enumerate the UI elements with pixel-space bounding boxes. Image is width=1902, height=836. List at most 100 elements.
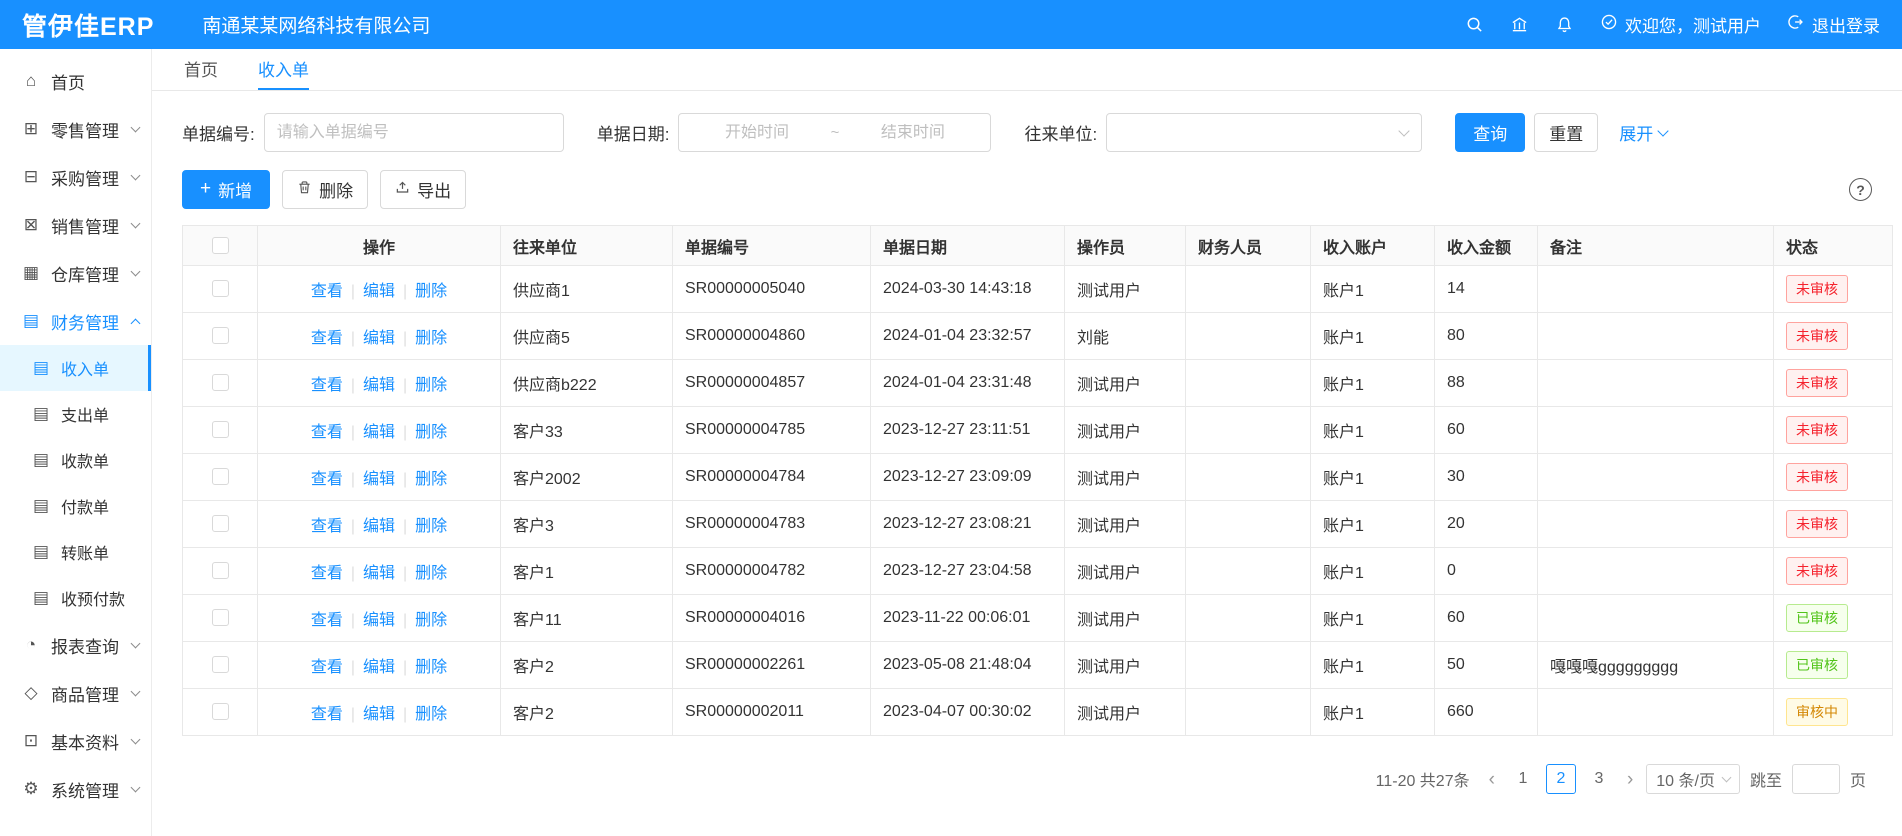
row-delete-link[interactable]: 删除 — [415, 283, 447, 300]
edit-link[interactable]: 编辑 — [363, 330, 395, 347]
sidebar-item[interactable]: ▦ 仓库管理 — [0, 249, 151, 297]
row-delete-link[interactable]: 删除 — [415, 471, 447, 488]
edit-link[interactable]: 编辑 — [363, 471, 395, 488]
sidebar-subitem[interactable]: ▤ 支出单 — [0, 391, 151, 437]
doc-icon: ▤ — [30, 358, 52, 378]
add-button[interactable]: + 新增 — [182, 170, 270, 209]
account-cell: 账户1 — [1311, 689, 1435, 736]
menu-label: 仓库管理 — [51, 261, 119, 286]
row-delete-link[interactable]: 删除 — [415, 659, 447, 676]
edit-link[interactable]: 编辑 — [363, 424, 395, 441]
chevron-icon — [131, 218, 141, 228]
row-checkbox[interactable] — [212, 703, 229, 720]
search-button[interactable]: 查询 — [1455, 113, 1525, 152]
reset-button[interactable]: 重置 — [1534, 113, 1598, 152]
sidebar-subitem[interactable]: ▤ 收款单 — [0, 437, 151, 483]
bell-icon[interactable] — [1555, 15, 1574, 34]
status-badge: 未审核 — [1786, 510, 1848, 538]
sidebar-item[interactable]: ◇ 商品管理 — [0, 669, 151, 717]
view-link[interactable]: 查看 — [311, 518, 343, 535]
sidebar-item[interactable]: ⚙ 系统管理 — [0, 765, 151, 813]
prev-page-icon[interactable]: ‹ — [1486, 770, 1498, 789]
basic-icon: ⊡ — [20, 731, 42, 751]
row-delete-link[interactable]: 删除 — [415, 518, 447, 535]
page-size-select[interactable]: 10 条/页 — [1646, 764, 1740, 794]
page-number[interactable]: 3 — [1584, 764, 1614, 794]
expand-link[interactable]: 展开 — [1619, 120, 1667, 145]
edit-link[interactable]: 编辑 — [363, 706, 395, 723]
row-checkbox[interactable] — [212, 609, 229, 626]
date-start-input[interactable] — [687, 124, 826, 142]
edit-link[interactable]: 编辑 — [363, 659, 395, 676]
view-link[interactable]: 查看 — [311, 612, 343, 629]
logout-button[interactable]: 退出登录 — [1787, 12, 1880, 37]
row-checkbox[interactable] — [212, 562, 229, 579]
row-delete-link[interactable]: 删除 — [415, 377, 447, 394]
view-link[interactable]: 查看 — [311, 377, 343, 394]
welcome-user[interactable]: 欢迎您，测试用户 — [1600, 12, 1761, 37]
row-delete-link[interactable]: 删除 — [415, 330, 447, 347]
help-icon[interactable]: ? — [1849, 178, 1872, 201]
row-checkbox[interactable] — [212, 468, 229, 485]
row-checkbox[interactable] — [212, 374, 229, 391]
page-number[interactable]: 1 — [1508, 764, 1538, 794]
view-link[interactable]: 查看 — [311, 424, 343, 441]
view-link[interactable]: 查看 — [311, 659, 343, 676]
partner-cell: 供应商1 — [501, 266, 673, 313]
sidebar-subitem[interactable]: ▤ 转账单 — [0, 529, 151, 575]
bank-icon[interactable] — [1510, 15, 1529, 34]
date-range-picker[interactable]: ~ — [678, 113, 991, 152]
view-link[interactable]: 查看 — [311, 471, 343, 488]
row-delete-link[interactable]: 删除 — [415, 565, 447, 582]
table-row: 查看|编辑|删除 客户11 SR00000004016 2023-11-22 0… — [183, 595, 1893, 642]
view-link[interactable]: 查看 — [311, 706, 343, 723]
number-input[interactable] — [264, 113, 564, 152]
sidebar-subitem[interactable]: ▤ 付款单 — [0, 483, 151, 529]
sidebar-subitem[interactable]: ▤ 收预付款 — [0, 575, 151, 621]
delete-button[interactable]: 删除 — [282, 170, 368, 209]
page-number[interactable]: 2 — [1546, 764, 1576, 794]
status-badge: 未审核 — [1786, 275, 1848, 303]
next-page-icon[interactable]: › — [1624, 770, 1636, 789]
row-delete-link[interactable]: 删除 — [415, 612, 447, 629]
tab[interactable]: 首页 — [184, 49, 218, 90]
edit-link[interactable]: 编辑 — [363, 565, 395, 582]
divider: | — [351, 377, 355, 394]
welcome-text: 欢迎您，测试用户 — [1625, 12, 1761, 37]
sidebar-subitem[interactable]: ▤ 收入单 — [0, 345, 151, 391]
row-checkbox[interactable] — [212, 421, 229, 438]
jump-page-input[interactable] — [1792, 764, 1840, 794]
row-checkbox[interactable] — [212, 280, 229, 297]
date-separator: ~ — [827, 124, 844, 141]
edit-link[interactable]: 编辑 — [363, 518, 395, 535]
amount-cell: 0 — [1435, 548, 1538, 595]
sidebar-item[interactable]: ▤ 财务管理 — [0, 297, 151, 345]
check-circle-icon — [1600, 13, 1618, 36]
edit-link[interactable]: 编辑 — [363, 377, 395, 394]
account-cell: 账户1 — [1311, 595, 1435, 642]
row-checkbox[interactable] — [212, 515, 229, 532]
edit-link[interactable]: 编辑 — [363, 283, 395, 300]
date-end-input[interactable] — [843, 124, 982, 142]
export-button[interactable]: 导出 — [380, 170, 466, 209]
select-all-checkbox[interactable] — [212, 237, 229, 254]
view-link[interactable]: 查看 — [311, 283, 343, 300]
search-icon[interactable] — [1465, 15, 1484, 34]
row-delete-link[interactable]: 删除 — [415, 424, 447, 441]
sidebar-item[interactable]: ⊟ 采购管理 — [0, 153, 151, 201]
sidebar-item[interactable]: ⊡ 基本资料 — [0, 717, 151, 765]
date-cell: 2024-01-04 23:31:48 — [871, 360, 1065, 407]
row-checkbox[interactable] — [212, 656, 229, 673]
row-delete-link[interactable]: 删除 — [415, 706, 447, 723]
edit-link[interactable]: 编辑 — [363, 612, 395, 629]
tab[interactable]: 收入单 — [258, 49, 309, 90]
row-checkbox[interactable] — [212, 327, 229, 344]
logout-icon — [1787, 13, 1805, 36]
view-link[interactable]: 查看 — [311, 565, 343, 582]
sidebar-item[interactable]: ◔ 报表查询 — [0, 621, 151, 669]
partner-select[interactable] — [1106, 113, 1422, 152]
sidebar-item[interactable]: ⊠ 销售管理 — [0, 201, 151, 249]
sidebar-item[interactable]: ⌂ 首页 — [0, 57, 151, 105]
sidebar-item[interactable]: ⊞ 零售管理 — [0, 105, 151, 153]
view-link[interactable]: 查看 — [311, 330, 343, 347]
